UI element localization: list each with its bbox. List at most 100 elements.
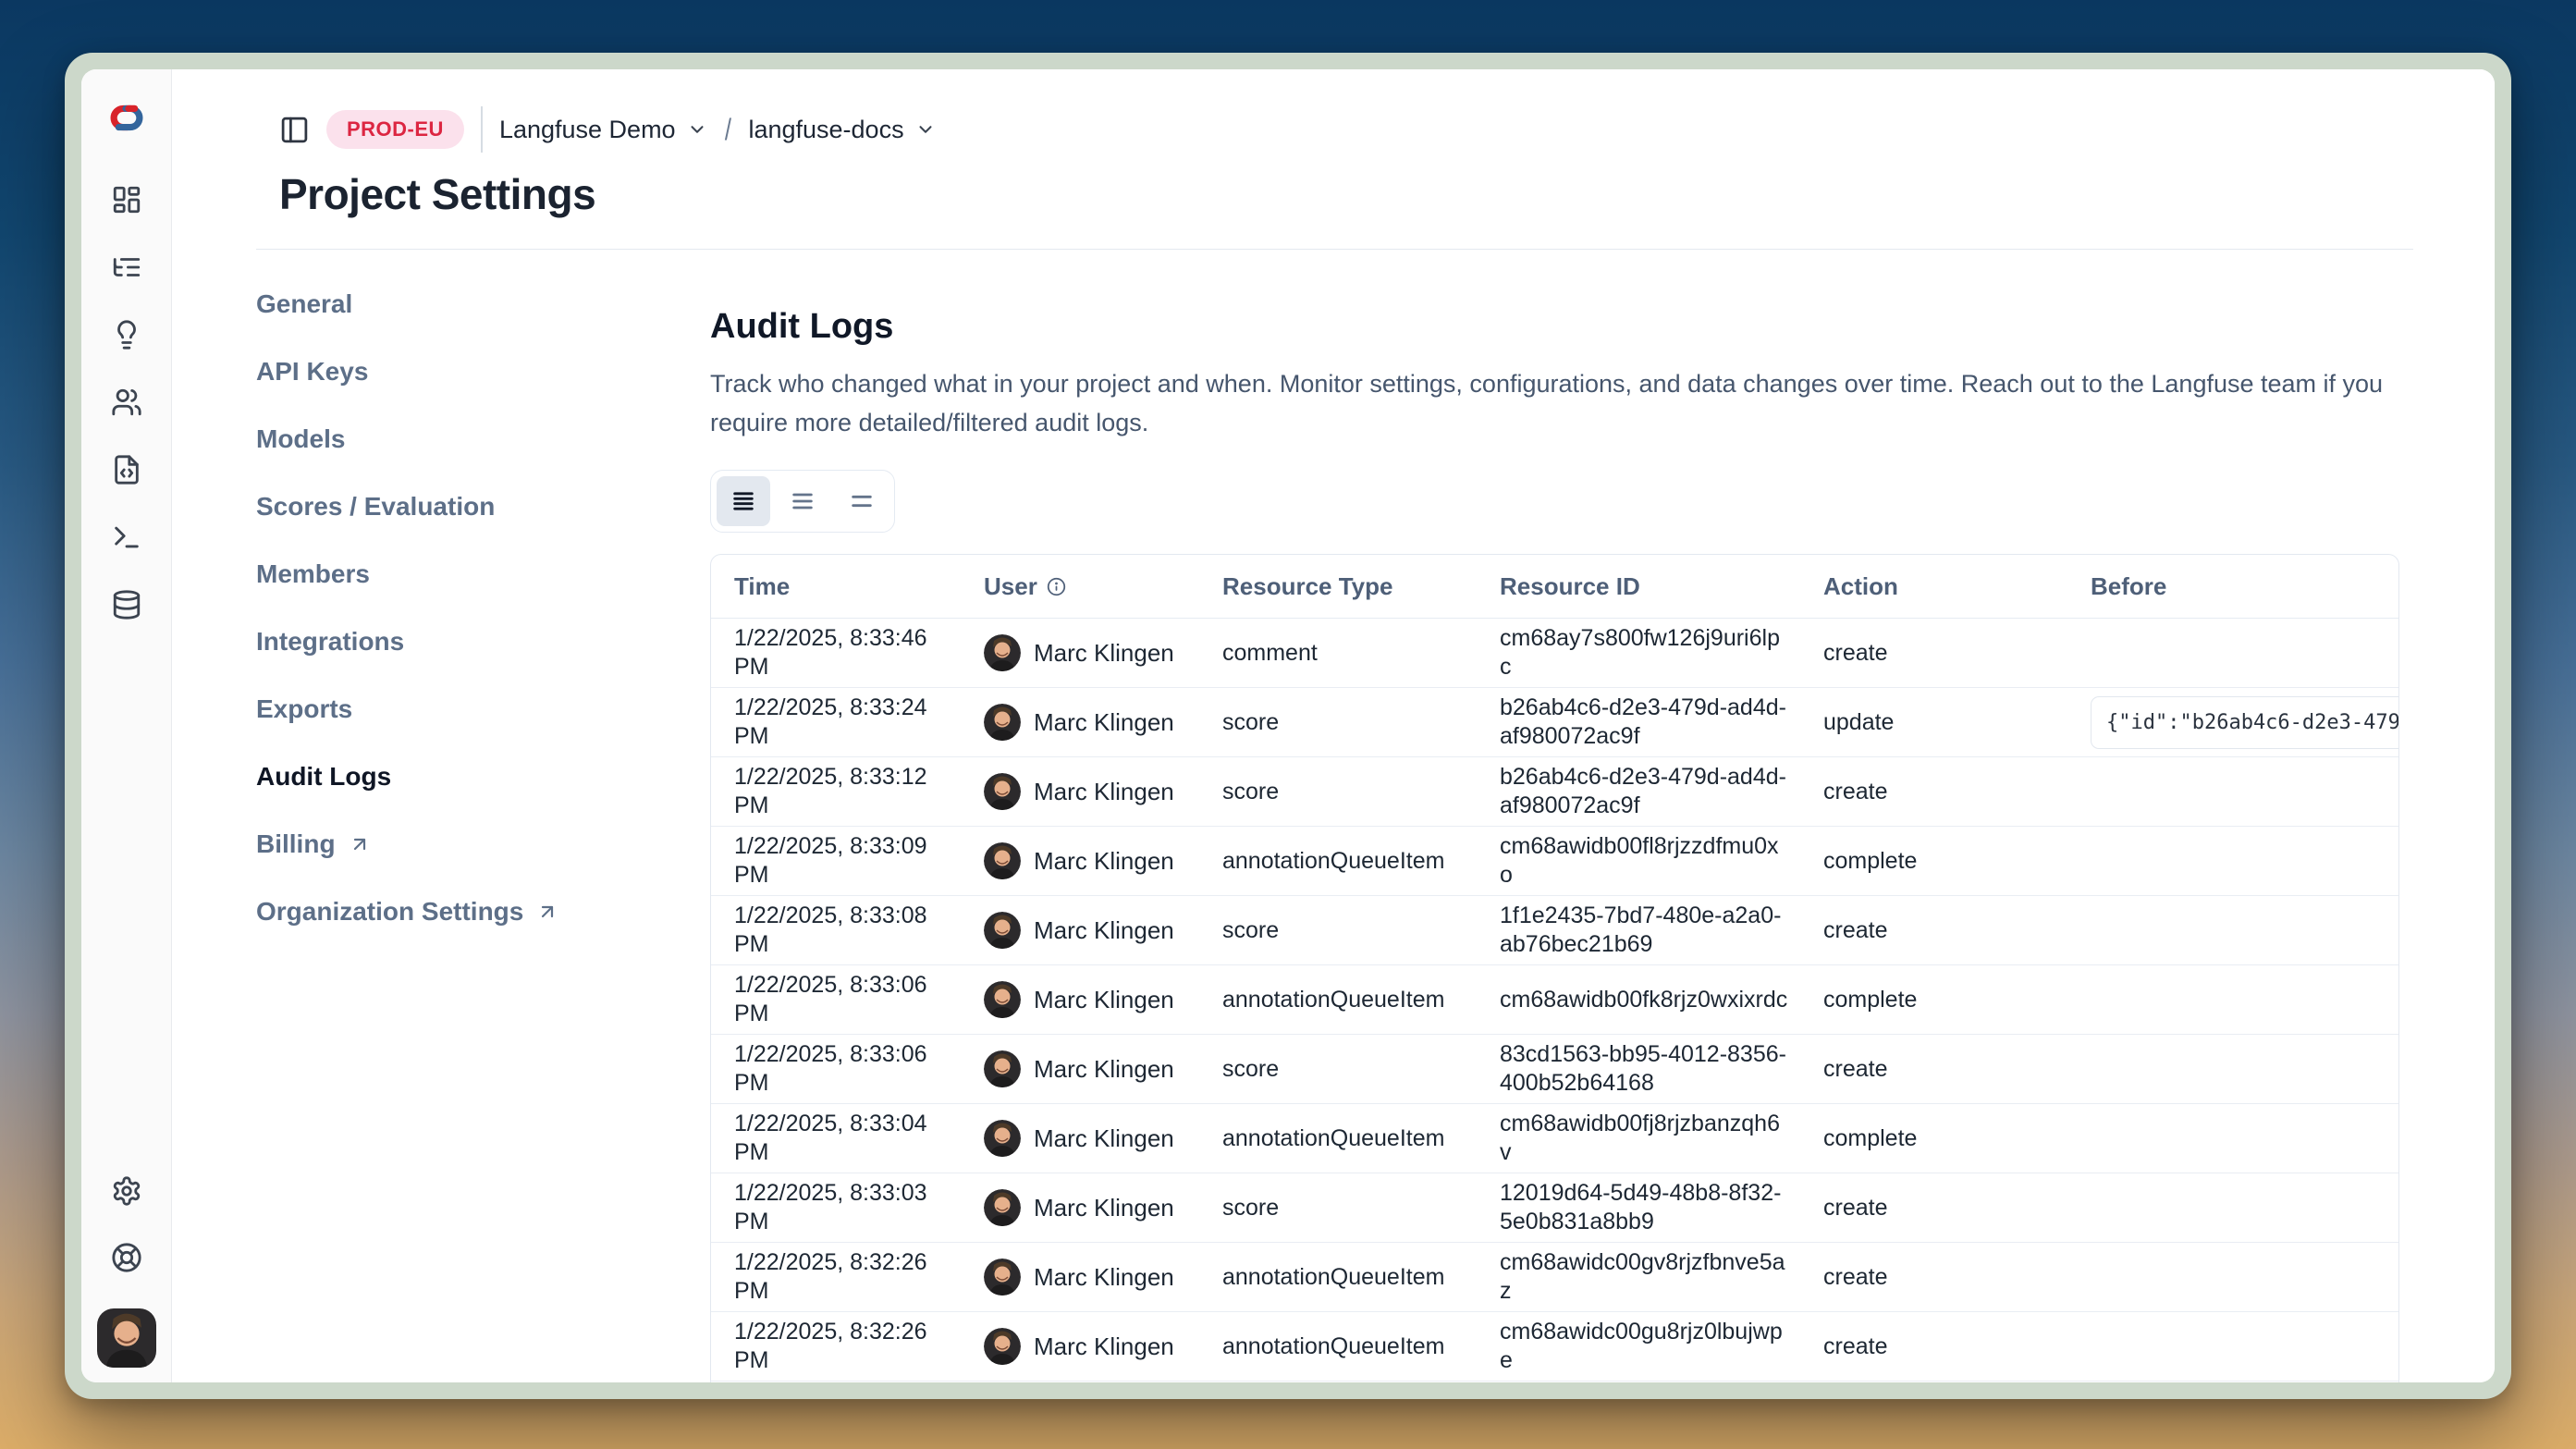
column-header-action: Action (1800, 572, 2067, 601)
org-name: Langfuse Demo (499, 116, 676, 144)
user-name: Marc Klingen (1034, 778, 1174, 806)
external-link-icon (536, 901, 558, 923)
cell-resource-type: annotationQueueItem (1199, 1258, 1477, 1297)
cell-resource-id: b26ab4c6-d2e3-479d-ad4d-af980072ac9f (1477, 688, 1800, 756)
table-row[interactable]: 1/22/2025, 8:33:08 PM Marc Klingen score… (711, 896, 2398, 965)
settings-nav-organization-settings[interactable]: Organization Settings (256, 898, 687, 926)
project-name: langfuse-docs (748, 116, 903, 144)
table-row[interactable]: 1/22/2025, 8:33:46 PM Marc Klingen comme… (711, 619, 2398, 688)
cell-resource-type: score (1199, 703, 1477, 743)
table-row[interactable]: 1/22/2025, 8:33:09 PM Marc Klingen annot… (711, 827, 2398, 896)
user-name: Marc Klingen (1034, 986, 1174, 1014)
user-avatar (984, 704, 1021, 741)
cell-resource-id: 83cd1563-bb95-4012-8356-400b52b64168 (1477, 1035, 1800, 1103)
row-height-medium-icon[interactable] (776, 476, 829, 526)
column-header-before: Before (2067, 572, 2398, 601)
sidebar-toggle-icon[interactable] (279, 115, 310, 145)
file-code-icon[interactable] (111, 454, 142, 485)
row-height-toggle (710, 470, 895, 533)
cell-before (2067, 757, 2398, 826)
terminal-icon[interactable] (111, 522, 142, 553)
column-header-time: Time (711, 572, 961, 601)
table-row[interactable]: 1/22/2025, 8:33:04 PM Marc Klingen annot… (711, 1104, 2398, 1173)
cell-resource-id: cm68awidb00fk8rjz0wxixrdc (1477, 980, 1800, 1020)
cell-before (2067, 827, 2398, 895)
settings-nav-models[interactable]: Models (256, 425, 687, 453)
settings-nav-billing[interactable]: Billing (256, 830, 687, 858)
cell-time: 1/22/2025, 8:33:03 PM (711, 1173, 961, 1242)
cell-user: Marc Klingen (961, 629, 1199, 677)
cell-action: create (1800, 633, 2067, 673)
table-body: 1/22/2025, 8:33:46 PM Marc Klingen comme… (711, 619, 2398, 1382)
settings-gear-icon[interactable] (111, 1175, 142, 1207)
cell-action: create (1800, 1188, 2067, 1228)
cell-resource-id: cm68awidb00fl8rjzzdfmu0xo (1477, 827, 1800, 895)
column-header-user: User (961, 572, 1199, 601)
cell-resource-id: 12019d64-5d49-48b8-8f32-5e0b831a8bb9 (1477, 1173, 1800, 1242)
table-row[interactable]: 1/22/2025, 8:33:03 PM Marc Klingen score… (711, 1173, 2398, 1243)
cell-action: update (1800, 703, 2067, 743)
row-height-tall-icon[interactable] (835, 476, 889, 526)
table-row[interactable]: 1/22/2025, 8:32:26 PM Marc Klingen annot… (711, 1381, 2398, 1382)
env-badge: PROD-EU (326, 110, 464, 149)
table-row[interactable]: 1/22/2025, 8:32:26 PM Marc Klingen annot… (711, 1312, 2398, 1381)
cell-user: Marc Klingen (961, 1045, 1199, 1093)
cell-action: create (1800, 1050, 2067, 1089)
app-sidebar (81, 69, 172, 1382)
cell-user: Marc Klingen (961, 767, 1199, 816)
cell-time: 1/22/2025, 8:32:26 PM (711, 1243, 961, 1311)
user-name: Marc Klingen (1034, 1332, 1174, 1361)
settings-nav-api-keys[interactable]: API Keys (256, 358, 687, 386)
cell-time: 1/22/2025, 8:32:26 PM (711, 1381, 961, 1382)
main-content: PROD-EU Langfuse Demo / langfuse-docs Pr… (172, 69, 2495, 1382)
chevron-down-icon (687, 119, 707, 140)
user-name: Marc Klingen (1034, 916, 1174, 945)
settings-nav-members[interactable]: Members (256, 560, 687, 588)
settings-nav-general[interactable]: General (256, 290, 687, 318)
cell-before (2067, 1243, 2398, 1311)
info-icon (1047, 577, 1066, 596)
before-json-chip[interactable]: {"id":"b26ab4c6-d2e3-479d-a (2091, 696, 2398, 749)
database-icon[interactable] (111, 589, 142, 620)
chevron-down-icon (915, 119, 936, 140)
support-lifebuoy-icon[interactable] (111, 1242, 142, 1273)
breadcrumb-separator: / (724, 113, 730, 147)
settings-nav-exports[interactable]: Exports (256, 695, 687, 723)
desktop-background: PROD-EU Langfuse Demo / langfuse-docs Pr… (0, 0, 2576, 1449)
users-icon[interactable] (111, 387, 142, 418)
cell-before (2067, 965, 2398, 1034)
org-switcher[interactable]: Langfuse Demo (499, 116, 707, 144)
settings-nav-scores-evaluation[interactable]: Scores / Evaluation (256, 493, 687, 521)
cell-user: Marc Klingen (961, 1184, 1199, 1232)
user-avatar[interactable] (97, 1308, 156, 1368)
page-title: Project Settings (279, 170, 2495, 218)
cell-resource-type: annotationQueueItem (1199, 1119, 1477, 1159)
cell-time: 1/22/2025, 8:32:26 PM (711, 1312, 961, 1381)
settings-nav-audit-logs[interactable]: Audit Logs (256, 763, 687, 791)
cell-resource-type: score (1199, 1050, 1477, 1089)
cell-time: 1/22/2025, 8:33:12 PM (711, 757, 961, 826)
project-switcher[interactable]: langfuse-docs (748, 116, 935, 144)
cell-resource-id: cm68awidc00gt8rjzw2fkm8bo (1477, 1381, 1800, 1382)
table-row[interactable]: 1/22/2025, 8:32:26 PM Marc Klingen annot… (711, 1243, 2398, 1312)
langfuse-logo-icon[interactable] (105, 97, 148, 140)
row-height-dense-icon[interactable] (717, 476, 770, 526)
user-avatar (984, 981, 1021, 1018)
tracing-tree-icon[interactable] (111, 252, 142, 283)
settings-nav-integrations[interactable]: Integrations (256, 628, 687, 656)
cell-action: create (1800, 911, 2067, 951)
page-header: PROD-EU Langfuse Demo / langfuse-docs Pr… (172, 69, 2495, 218)
table-row[interactable]: 1/22/2025, 8:33:12 PM Marc Klingen score… (711, 757, 2398, 827)
user-avatar (984, 1120, 1021, 1157)
user-avatar (984, 1189, 1021, 1226)
user-avatar (984, 1259, 1021, 1296)
dashboard-icon[interactable] (111, 184, 142, 215)
table-row[interactable]: 1/22/2025, 8:33:24 PM Marc Klingen score… (711, 688, 2398, 757)
cell-resource-type: annotationQueueItem (1199, 980, 1477, 1020)
cell-time: 1/22/2025, 8:33:06 PM (711, 1035, 961, 1103)
table-row[interactable]: 1/22/2025, 8:33:06 PM Marc Klingen score… (711, 1035, 2398, 1104)
cell-resource-type: annotationQueueItem (1199, 841, 1477, 881)
table-row[interactable]: 1/22/2025, 8:33:06 PM Marc Klingen annot… (711, 965, 2398, 1035)
cell-resource-id: cm68ay7s800fw126j9uri6lpc (1477, 619, 1800, 687)
lightbulb-icon[interactable] (111, 319, 142, 350)
